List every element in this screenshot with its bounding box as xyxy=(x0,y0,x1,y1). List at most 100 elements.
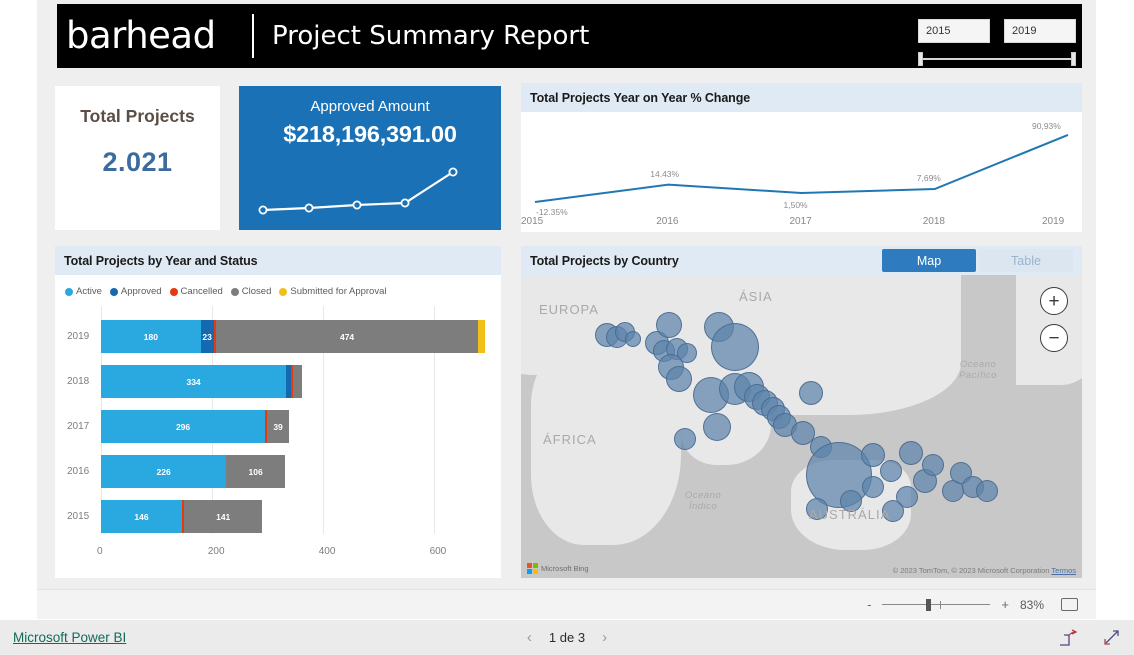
bar-segment[interactable] xyxy=(478,320,486,353)
slicer-track[interactable] xyxy=(918,52,1076,66)
map-bubble[interactable] xyxy=(922,454,944,476)
yoy-change-visual[interactable]: Total Projects Year on Year % Change -12… xyxy=(521,83,1082,232)
bar-stack[interactable]: 296 39 xyxy=(101,410,289,443)
logo-text: barhead xyxy=(66,14,216,57)
projects-by-year-status-visual[interactable]: Total Projects by Year and Status Active… xyxy=(55,246,501,578)
zoom-toolbar[interactable]: - + 83% xyxy=(37,589,1096,619)
legend-item[interactable]: Cancelled xyxy=(169,286,223,297)
legend-item[interactable]: Closed xyxy=(230,286,271,297)
bar-segment[interactable]: 296 xyxy=(101,410,266,443)
zoom-slider-knob[interactable] xyxy=(926,598,932,611)
bar-segment[interactable]: 334 xyxy=(101,365,287,398)
fullscreen-icon[interactable] xyxy=(1103,629,1120,646)
toggle-table-button[interactable]: Table xyxy=(979,249,1073,272)
legend-item[interactable]: Submitted for Approval xyxy=(279,286,386,297)
legend-item[interactable]: Active xyxy=(65,286,102,297)
total-projects-value: 2.021 xyxy=(102,147,173,177)
toggle-map-button[interactable]: Map xyxy=(882,249,976,272)
map-terms-link[interactable]: Termos xyxy=(1051,566,1076,575)
x-axis-tick: 200 xyxy=(207,546,225,557)
bar-segment[interactable]: 141 xyxy=(184,500,263,533)
legend-item[interactable]: Approved xyxy=(109,286,162,297)
bar-stack[interactable]: 180 23 474 xyxy=(101,320,486,353)
map-bubble[interactable] xyxy=(666,366,692,392)
bar-segment[interactable]: 226 xyxy=(101,455,227,488)
bar-value-label: 226 xyxy=(156,466,171,477)
bar-stack[interactable]: 226 106 xyxy=(101,455,286,488)
legend-label: Active xyxy=(76,286,102,297)
slicer-handle-right[interactable] xyxy=(1071,52,1076,66)
y-axis-tick: 2017 xyxy=(67,421,90,432)
yoy-point-label: 14.43% xyxy=(650,168,680,179)
bar-segment[interactable] xyxy=(292,365,302,398)
map-zoom-in-button[interactable]: + xyxy=(1040,287,1068,315)
map-bubble[interactable] xyxy=(899,441,923,465)
yoy-point-label: 7,69% xyxy=(916,173,941,183)
zoom-out-sign[interactable]: - xyxy=(867,597,871,612)
bar-segment[interactable]: 146 xyxy=(101,500,182,533)
map-bubble[interactable] xyxy=(880,460,902,482)
map-bubble[interactable] xyxy=(625,331,641,347)
yoy-x-tick: 2017 xyxy=(789,216,812,227)
projects-by-country-visual[interactable]: Total Projects by Country Map Table EURO… xyxy=(521,246,1082,578)
yoy-line xyxy=(534,133,1069,204)
bar-stack[interactable]: 146 141 xyxy=(101,500,263,533)
bar-value-label: 23 xyxy=(202,331,212,342)
bar-segment[interactable]: 180 xyxy=(101,320,201,353)
slicer-to-input[interactable]: 2019 xyxy=(1004,19,1076,43)
y-axis-tick: 2018 xyxy=(67,376,90,387)
bar-segment[interactable]: 474 xyxy=(215,320,479,353)
approved-amount-card[interactable]: Approved Amount $218,196,391.00 xyxy=(239,86,501,230)
map-label-africa: ÁFRICA xyxy=(543,432,597,447)
zoom-in-sign[interactable]: + xyxy=(1001,597,1009,612)
map-bubble[interactable] xyxy=(711,323,759,371)
bar-value-label: 106 xyxy=(248,466,263,477)
legend-swatch xyxy=(279,287,288,296)
map-bubble[interactable] xyxy=(976,480,998,502)
slicer-line xyxy=(920,58,1074,60)
map-label-europa: EUROPA xyxy=(539,302,599,317)
x-axis-tick: 600 xyxy=(429,546,447,557)
map-bubble[interactable] xyxy=(862,476,884,498)
share-icon[interactable] xyxy=(1060,629,1077,646)
map-attribution: © 2023 TomTom, © 2023 Microsoft Corporat… xyxy=(893,566,1076,575)
zoom-slider[interactable] xyxy=(882,598,991,611)
map-bubble[interactable] xyxy=(703,413,731,441)
map-bubble[interactable] xyxy=(799,381,823,405)
bar-stack[interactable]: 334 xyxy=(101,365,302,398)
yoy-plot: -12.35% 14.43% 1,50% 7,69% 90,93% 2015 2016 20… xyxy=(521,112,1082,232)
bar-segment[interactable]: 23 xyxy=(200,320,214,353)
powerbi-brand-link[interactable]: Microsoft Power BI xyxy=(13,630,126,645)
prev-page-icon[interactable]: ‹ xyxy=(527,629,532,646)
map-table-toggle[interactable]: Map Table xyxy=(882,249,1082,272)
map-surface[interactable]: EUROPA ÁSIA ÁFRICA AUSTRÁLIA Oceano Índi… xyxy=(521,275,1082,578)
zoom-slider-track xyxy=(882,603,991,605)
map-bubble[interactable] xyxy=(656,312,682,338)
legend-swatch xyxy=(109,287,118,296)
map-attribution-text: © 2023 TomTom, © 2023 Microsoft Corporat… xyxy=(892,566,1050,575)
slicer-from-input[interactable]: 2015 xyxy=(918,19,990,43)
bar-value-label: 39 xyxy=(273,421,283,432)
map-zoom-out-button[interactable]: − xyxy=(1040,324,1068,352)
yoy-header: Total Projects Year on Year % Change xyxy=(521,83,1082,112)
total-projects-label: Total Projects xyxy=(80,106,195,126)
bars-legend[interactable]: Active Approved Cancelled Closed Submitted f… xyxy=(55,275,501,297)
page-title: Project Summary Report xyxy=(272,21,590,51)
map-bubble[interactable] xyxy=(674,428,696,450)
zoom-percent: 83% xyxy=(1020,597,1045,612)
total-projects-card[interactable]: Total Projects 2.021 xyxy=(55,86,220,230)
bar-segment[interactable]: 106 xyxy=(226,455,286,488)
map-label-pacific-ocean: Oceano Pacífico xyxy=(959,359,997,381)
next-page-icon[interactable]: › xyxy=(602,629,607,646)
status-bar-actions[interactable] xyxy=(1060,629,1120,646)
year-range-slicer[interactable]: 2015 2019 xyxy=(918,19,1076,66)
fit-to-page-icon[interactable] xyxy=(1061,598,1078,611)
slicer-handle-left[interactable] xyxy=(918,52,923,66)
y-axis-tick: 2019 xyxy=(67,331,90,342)
legend-label: Cancelled xyxy=(180,286,223,297)
bar-segment[interactable]: 39 xyxy=(267,410,289,443)
page-indicator: 1 de 3 xyxy=(548,630,586,645)
page-navigation[interactable]: ‹ 1 de 3 › xyxy=(527,629,607,646)
bar-value-label: 334 xyxy=(186,376,201,387)
yoy-x-tick: 2019 xyxy=(1042,216,1065,227)
